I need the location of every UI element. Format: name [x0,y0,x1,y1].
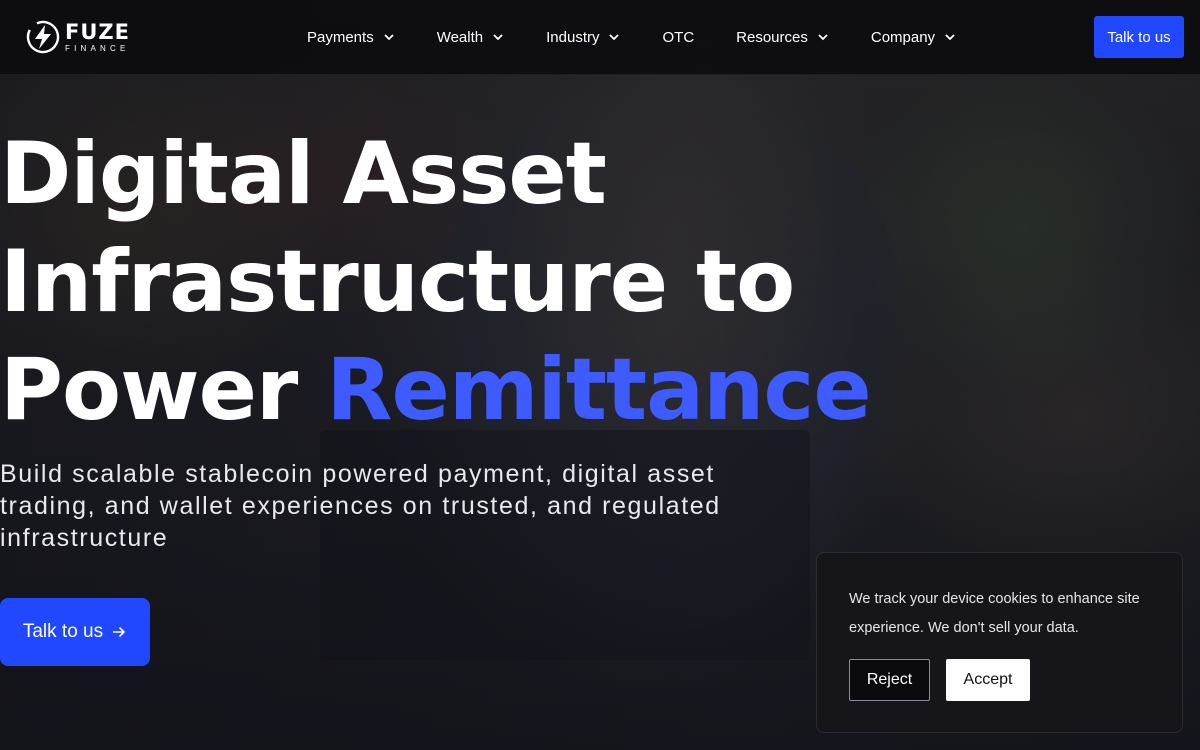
cookie-message: We track your device cookies to enhance … [849,591,1140,636]
nav-item-label: Payments [307,28,374,46]
reject-cookies-button[interactable]: Reject [849,659,930,701]
hero-section: FUZE FINANCE Payments Wealth Industry OT… [0,0,1200,750]
chevron-down-icon [945,34,955,41]
nav-item-label: Resources [736,28,808,46]
nav-item-industry[interactable]: Industry [546,29,620,46]
hero-talk-to-us-button[interactable]: Talk to us [0,598,150,666]
chevron-down-icon [609,34,620,41]
nav-item-label: Wealth [436,28,484,46]
brand-logo[interactable]: FUZE FINANCE [26,18,130,56]
headline-accent-word: Remittance [326,340,871,440]
nav-item-label: Industry [546,28,600,46]
nav-item-label: Company [870,28,936,46]
hero-headline: Digital Asset Infrastructure to Power Re… [0,120,872,444]
lightning-logo-icon [26,20,60,54]
headline-line-2: Infrastructure to [0,232,795,332]
accept-cookies-button[interactable]: Accept [946,659,1030,701]
hero-subtitle: Build scalable stablecoin powered paymen… [0,460,721,552]
logo-wordmark: FUZE [65,19,130,44]
main-nav: Payments Wealth Industry OTC Resources C… [307,0,998,74]
nav-item-payments[interactable]: Payments [307,29,395,46]
cookie-consent-banner: We track your device cookies to enhance … [816,552,1183,733]
hero-cta-label: Talk to us [22,621,104,642]
nav-talk-to-us-button[interactable]: Talk to us [1094,16,1184,58]
chevron-down-icon [493,34,503,41]
nav-item-label: OTC [662,28,695,46]
nav-item-otc[interactable]: OTC [662,29,694,46]
logo-subtitle: FINANCE [65,43,130,53]
chevron-down-icon [384,34,394,41]
nav-item-resources[interactable]: Resources [736,29,829,46]
nav-item-wealth[interactable]: Wealth [437,29,504,46]
arrow-right-icon [113,626,126,638]
headline-line-3-plain: Power [0,340,298,440]
nav-item-company[interactable]: Company [871,29,956,46]
headline-line-1: Digital Asset [0,124,607,224]
top-navbar: FUZE FINANCE Payments Wealth Industry OT… [0,0,1200,75]
chevron-down-icon [818,34,828,41]
